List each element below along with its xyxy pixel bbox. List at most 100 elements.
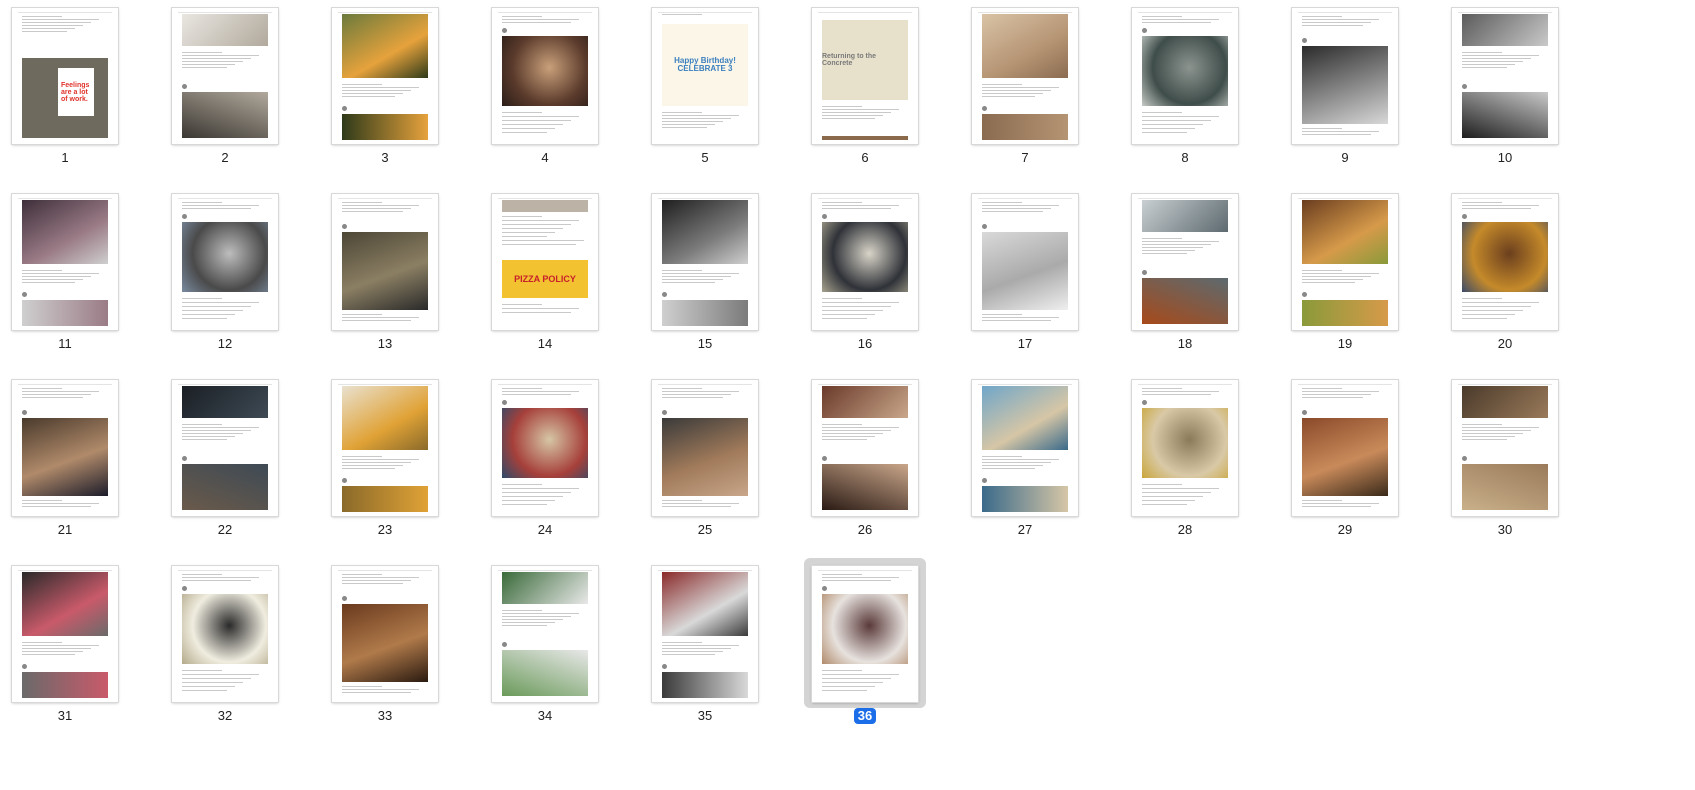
text-line [1142,496,1203,497]
avatar [662,292,667,297]
page-thumbnail[interactable]: 24 [480,372,640,562]
page-preview[interactable] [332,194,438,330]
page-thumbnail[interactable]: 33 [320,558,480,748]
page-header-line [1298,198,1392,199]
page-thumbnail[interactable]: 4 [480,0,640,190]
page-number-label: 15 [652,336,758,352]
page-thumbnail[interactable]: PIZZA POLICY 14 [480,186,640,376]
page-number: 8 [1181,150,1189,165]
page-thumbnail[interactable]: 26 [800,372,960,562]
page-preview[interactable] [1292,194,1398,330]
page-thumbnail[interactable]: 2 [160,0,320,190]
page-preview[interactable] [172,566,278,702]
page-preview[interactable] [1452,8,1558,144]
page-preview[interactable] [12,194,118,330]
page-preview[interactable] [972,380,1078,516]
page-preview[interactable] [172,194,278,330]
photo-image [822,136,908,140]
page-preview[interactable] [332,380,438,516]
page-thumbnail[interactable]: 12 [160,186,320,376]
page-preview[interactable] [172,380,278,516]
text-line [182,424,222,425]
page-thumbnail[interactable]: 35 [640,558,800,748]
page-preview[interactable]: PIZZA POLICY [492,194,598,330]
page-thumbnail[interactable]: Happy Birthday! CELEBRATE 3 5 [640,0,800,190]
page-thumbnail[interactable]: 36 [800,558,960,748]
text-line [822,306,891,307]
page-thumbnail[interactable]: 27 [960,372,1120,562]
page-preview[interactable] [1132,194,1238,330]
page-thumbnail[interactable]: 20 [1440,186,1600,376]
page-header-line [18,384,112,385]
page-preview[interactable] [172,8,278,144]
page-preview[interactable]: Returning to the Concrete [812,8,918,144]
page-number: 26 [857,522,873,537]
page-preview[interactable] [1292,380,1398,516]
text-line [822,427,899,428]
text-line [182,61,243,62]
page-thumbnail[interactable]: 25 [640,372,800,562]
text-line [182,682,243,683]
page-thumbnail[interactable]: 32 [160,558,320,748]
text-line [502,19,579,20]
text-line [1142,394,1211,395]
page-thumbnail[interactable]: 22 [160,372,320,562]
text-line [662,14,702,15]
page-preview[interactable] [492,566,598,702]
page-thumbnail[interactable]: 3 [320,0,480,190]
page-preview[interactable] [12,566,118,702]
page-number: 28 [1177,522,1193,537]
page-thumbnail[interactable]: 7 [960,0,1120,190]
page-thumbnail[interactable]: 30 [1440,372,1600,562]
page-preview[interactable] [12,380,118,516]
page-preview[interactable] [332,8,438,144]
avatar [662,410,667,415]
page-preview[interactable] [812,194,918,330]
page-thumbnail[interactable]: Returning to the Concrete 6 [800,0,960,190]
page-thumbnail[interactable]: Feelings are a lot of work. 1 [0,0,160,190]
page-thumbnail[interactable]: 23 [320,372,480,562]
text-line [342,689,419,690]
page-preview[interactable]: Happy Birthday! CELEBRATE 3 [652,8,758,144]
page-preview[interactable] [1452,380,1558,516]
page-preview[interactable] [972,8,1078,144]
page-preview[interactable] [492,380,598,516]
page-thumbnail[interactable]: 18 [1120,186,1280,376]
page-thumbnail[interactable]: 11 [0,186,160,376]
avatar [1142,270,1147,275]
page-preview[interactable]: Feelings are a lot of work. [12,8,118,144]
page-thumbnail[interactable]: 31 [0,558,160,748]
text-line [1302,391,1379,392]
page-thumbnail[interactable]: 8 [1120,0,1280,190]
text-line [662,118,731,119]
page-preview[interactable] [1132,8,1238,144]
page-thumbnail[interactable]: 15 [640,186,800,376]
page-thumbnail[interactable]: 21 [0,372,160,562]
page-thumbnail[interactable]: 19 [1280,186,1440,376]
page-thumbnail[interactable]: 13 [320,186,480,376]
page-thumbnail[interactable]: 17 [960,186,1120,376]
text-line [982,456,1022,457]
page-thumbnail[interactable]: 34 [480,558,640,748]
text-line [982,465,1043,466]
page-thumbnail[interactable]: 9 [1280,0,1440,190]
page-thumbnail[interactable]: 16 [800,186,960,376]
page-preview[interactable] [492,8,598,144]
page-thumbnail[interactable]: 28 [1120,372,1280,562]
text-line [1142,16,1182,17]
text-line [22,270,62,271]
page-thumbnail[interactable]: 29 [1280,372,1440,562]
page-preview[interactable] [972,194,1078,330]
page-preview[interactable] [332,566,438,702]
page-preview[interactable] [652,380,758,516]
page-thumbnail[interactable]: 10 [1440,0,1600,190]
page-preview[interactable] [812,566,918,702]
page-preview[interactable] [652,194,758,330]
page-preview[interactable] [812,380,918,516]
page-preview[interactable] [1452,194,1558,330]
page-preview[interactable] [1292,8,1398,144]
text-line [1142,238,1182,239]
page-preview[interactable] [652,566,758,702]
page-preview[interactable] [1132,380,1238,516]
text-line [1462,424,1502,425]
